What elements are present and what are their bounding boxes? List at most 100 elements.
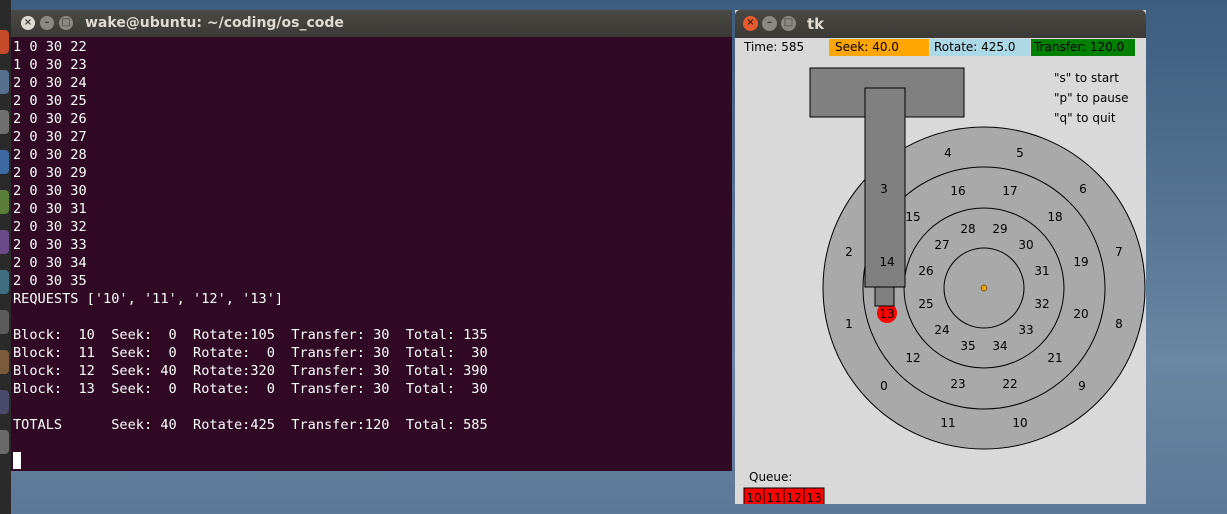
launcher-app-icon[interactable] [0,30,9,54]
sector-label: 34 [992,339,1007,353]
terminal-line: 2 0 30 26 [13,111,87,127]
terminal-window[interactable]: × – □ wake@ubuntu: ~/coding/os_code 1 0 … [11,10,732,471]
minimize-icon[interactable]: – [762,16,777,31]
terminal-line: Block: 10 Seek: 0 Rotate:105 Transfer: 3… [13,327,488,343]
terminal-line: Block: 12 Seek: 40 Rotate:320 Transfer: … [13,363,488,379]
queue-item: 13 [806,491,821,504]
tk-title: tk [807,15,825,33]
terminal-line: TOTALS Seek: 40 Rotate:425 Transfer:120 … [13,417,488,433]
seek-label: Seek: 40.0 [835,40,899,54]
terminal-line: 2 0 30 35 [13,273,87,289]
sector-label: 28 [960,222,975,236]
terminal-line: 2 0 30 33 [13,237,87,253]
disk-canvas[interactable]: Time: 585 Seek: 40.0 Rotate: 425.0 Trans… [735,38,1146,504]
sector-label: 8 [1115,317,1123,331]
sector-label: 31 [1034,264,1049,278]
sector-label: 30 [1018,238,1033,252]
launcher-app-icon[interactable] [0,310,9,334]
sector-label: 17 [1002,184,1017,198]
sector-label: 18 [1047,210,1062,224]
terminal-line: 2 0 30 28 [13,147,87,163]
queue-items: 10 11 12 13 [743,487,825,504]
launcher-app-icon[interactable] [0,270,9,294]
tk-titlebar[interactable]: × – □ tk [735,10,1146,38]
sector-label: 20 [1073,307,1088,321]
terminal-line: 2 0 30 27 [13,129,87,145]
launcher-app-icon[interactable] [0,350,9,374]
queue-label: Queue: [749,470,792,484]
terminal-line: 2 0 30 31 [13,201,87,217]
disk-head [874,286,895,307]
queue-item: 12 [786,491,801,504]
launcher-app-icon[interactable] [0,390,9,414]
launcher-app-icon[interactable] [0,110,9,134]
help-pause: "p" to pause [1054,91,1129,105]
sector-label: 6 [1079,182,1087,196]
minimize-icon[interactable]: – [40,16,54,30]
sector-label-active: 13 [879,307,894,321]
sector-label: 11 [940,416,955,430]
sector-label: 16 [950,184,965,198]
terminal-line: 1 0 30 23 [13,57,87,73]
maximize-icon[interactable]: □ [59,16,73,30]
terminal-line: 2 0 30 24 [13,75,87,91]
close-icon[interactable]: × [743,16,758,31]
terminal-title: wake@ubuntu: ~/coding/os_code [85,15,344,31]
sector-label: 1 [845,317,853,331]
help-quit: "q" to quit [1054,111,1116,125]
terminal-line: 2 0 30 30 [13,183,87,199]
sector-label: 4 [944,146,952,160]
launcher-strip [0,0,11,514]
sector-label: 32 [1034,297,1049,311]
launcher-app-icon[interactable] [0,230,9,254]
transfer-label: Transfer: 120.0 [1033,40,1124,54]
sector-label: 9 [1078,379,1086,393]
sector-label: 15 [905,210,920,224]
launcher-app-icon[interactable] [0,150,9,174]
terminal-line: REQUESTS ['10', '11', '12', '13'] [13,291,284,307]
help-start: "s" to start [1054,71,1119,85]
sector-label: 29 [992,222,1007,236]
terminal-output[interactable]: 1 0 30 22 1 0 30 23 2 0 30 24 2 0 30 25 2 0 … [13,38,488,434]
queue-item: 11 [766,491,781,504]
sector-label: 21 [1047,351,1062,365]
close-icon[interactable]: × [21,16,35,30]
launcher-app-icon[interactable] [0,430,9,454]
sector-label: 33 [1018,323,1033,337]
launcher-app-icon[interactable] [0,190,9,214]
terminal-titlebar[interactable]: × – □ wake@ubuntu: ~/coding/os_code [11,10,732,37]
launcher-app-icon[interactable] [0,70,9,94]
sector-label: 25 [918,297,933,311]
sector-label: 14 [879,255,894,269]
terminal-line: 2 0 30 32 [13,219,87,235]
sector-label: 26 [918,264,933,278]
sector-label: 24 [934,323,949,337]
spindle [980,284,988,292]
rotate-label: Rotate: 425.0 [934,40,1016,54]
sector-label: 3 [880,182,888,196]
sector-label: 35 [960,339,975,353]
terminal-line: Block: 11 Seek: 0 Rotate: 0 Transfer: 30… [13,345,488,361]
sector-label: 0 [880,379,888,393]
maximize-icon[interactable]: □ [781,16,796,31]
terminal-line: 2 0 30 34 [13,255,87,271]
sector-label: 12 [905,351,920,365]
time-label: Time: 585 [743,40,804,54]
terminal-line: 2 0 30 25 [13,93,87,109]
sector-label: 23 [950,377,965,391]
tk-window[interactable]: × – □ tk Time: 585 Seek: 40.0 Rotate: 42… [735,10,1146,504]
sector-label: 22 [1002,377,1017,391]
terminal-line: 2 0 30 29 [13,165,87,181]
terminal-line: Block: 13 Seek: 0 Rotate: 0 Transfer: 30… [13,381,488,397]
terminal-line: 1 0 30 22 [13,39,87,55]
terminal-cursor [13,452,21,469]
sector-label: 10 [1012,416,1027,430]
sector-label: 27 [934,238,949,252]
sector-label: 19 [1073,255,1088,269]
sector-label: 2 [845,245,853,259]
sector-label: 5 [1016,146,1024,160]
sector-label: 7 [1115,245,1123,259]
queue-item: 10 [746,491,761,504]
